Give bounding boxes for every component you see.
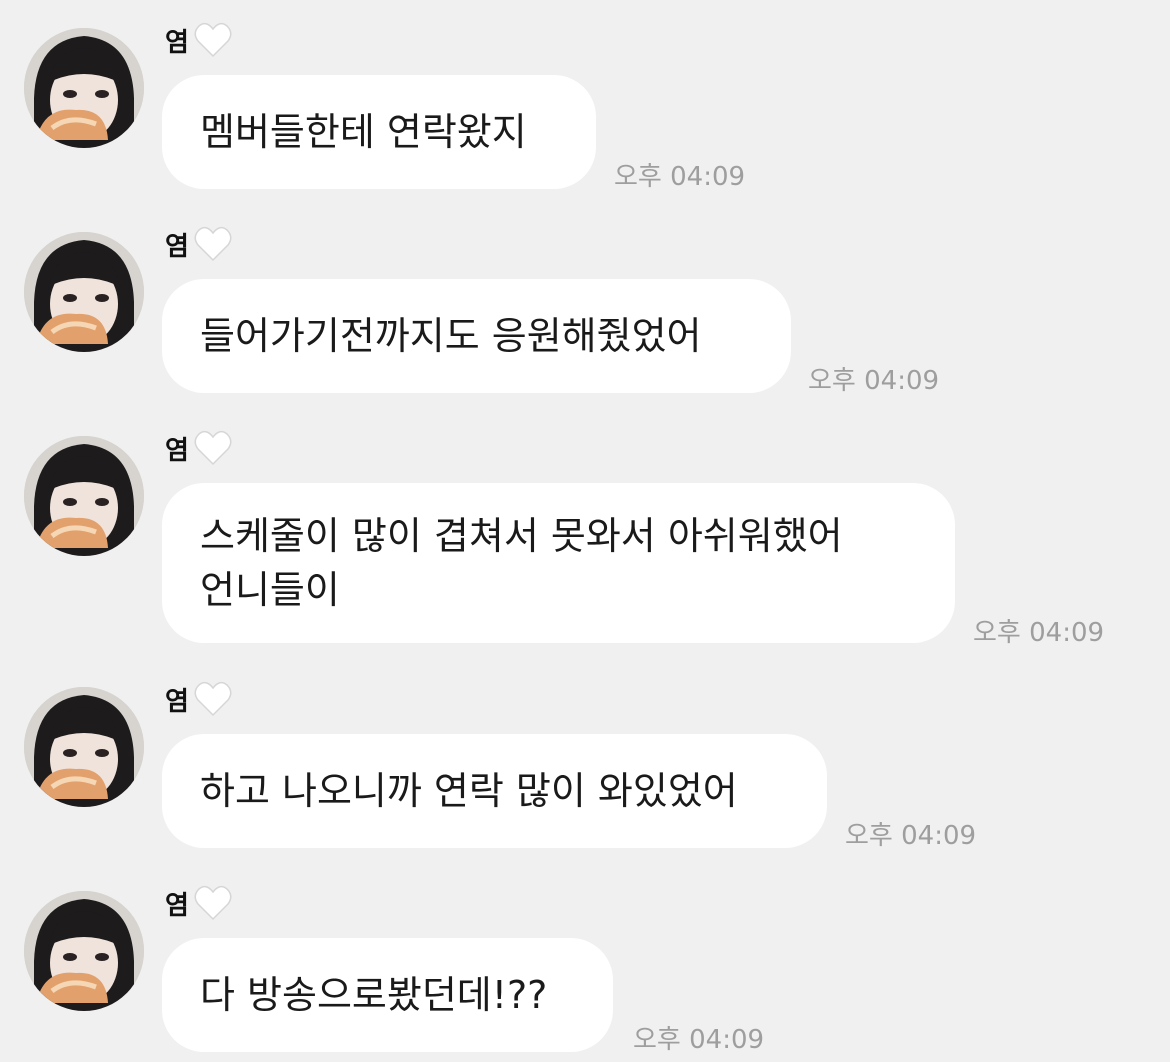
white-heart-icon [193, 680, 233, 718]
avatar[interactable] [24, 232, 144, 352]
sender-label: 염 [165, 18, 233, 62]
profile-photo [24, 687, 144, 807]
profile-photo [24, 28, 144, 148]
chat-message: 염 스케줄이 많이 겹쳐서 못와서 아쉬워했어 언니들이 오후 04:09 [0, 408, 1170, 663]
message-timestamp: 오후 04:09 [973, 618, 1105, 648]
message-timestamp: 오후 04:09 [845, 821, 977, 851]
avatar[interactable] [24, 28, 144, 148]
profile-photo [24, 232, 144, 352]
white-heart-icon [193, 429, 233, 467]
sender-label: 염 [165, 677, 233, 721]
message-text: 들어가기전까지도 응원해줬었어 [200, 314, 702, 358]
message-text: 다 방송으로봤던데!?? [200, 973, 548, 1017]
sender-label: 염 [165, 222, 233, 266]
avatar[interactable] [24, 687, 144, 807]
profile-photo [24, 436, 144, 556]
chat-message: 염 하고 나오니까 연락 많이 와있었어 오후 04:09 [0, 659, 1170, 863]
profile-photo [24, 891, 144, 1011]
message-bubble[interactable]: 하고 나오니까 연락 많이 와있었어 [162, 734, 827, 848]
white-heart-icon [193, 225, 233, 263]
avatar[interactable] [24, 891, 144, 1011]
message-text: 멤버들한테 연락왔지 [200, 110, 527, 154]
white-heart-icon [193, 21, 233, 59]
message-bubble[interactable]: 다 방송으로봤던데!?? [162, 938, 613, 1052]
chat-message: 염 멤버들한테 연락왔지 오후 04:09 [0, 0, 1170, 204]
sender-name: 염 [165, 686, 189, 717]
white-heart-icon [193, 884, 233, 922]
message-timestamp: 오후 04:09 [614, 162, 746, 192]
message-text: 하고 나오니까 연락 많이 와있었어 [200, 769, 738, 813]
sender-label: 염 [165, 426, 233, 470]
sender-name: 염 [165, 890, 189, 921]
avatar[interactable] [24, 436, 144, 556]
message-timestamp: 오후 04:09 [633, 1025, 765, 1055]
chat-message: 염 들어가기전까지도 응원해줬었어 오후 04:09 [0, 204, 1170, 408]
message-bubble[interactable]: 들어가기전까지도 응원해줬었어 [162, 279, 791, 393]
message-timestamp: 오후 04:09 [808, 366, 940, 396]
sender-name: 염 [165, 27, 189, 58]
message-bubble[interactable]: 스케줄이 많이 겹쳐서 못와서 아쉬워했어 언니들이 [162, 483, 955, 643]
sender-label: 염 [165, 881, 233, 925]
sender-name: 염 [165, 435, 189, 466]
sender-name: 염 [165, 231, 189, 262]
chat-message: 염 다 방송으로봤던데!?? 오후 04:09 [0, 863, 1170, 1062]
chat-window: 염 멤버들한테 연락왔지 오후 04:09 염 들어가기전까지도 응원해줬었어 … [0, 0, 1170, 1062]
message-text-line-2: 언니들이 [200, 568, 340, 612]
message-text-line-1: 스케줄이 많이 겹쳐서 못와서 아쉬워했어 [200, 514, 843, 558]
message-bubble[interactable]: 멤버들한테 연락왔지 [162, 75, 596, 189]
